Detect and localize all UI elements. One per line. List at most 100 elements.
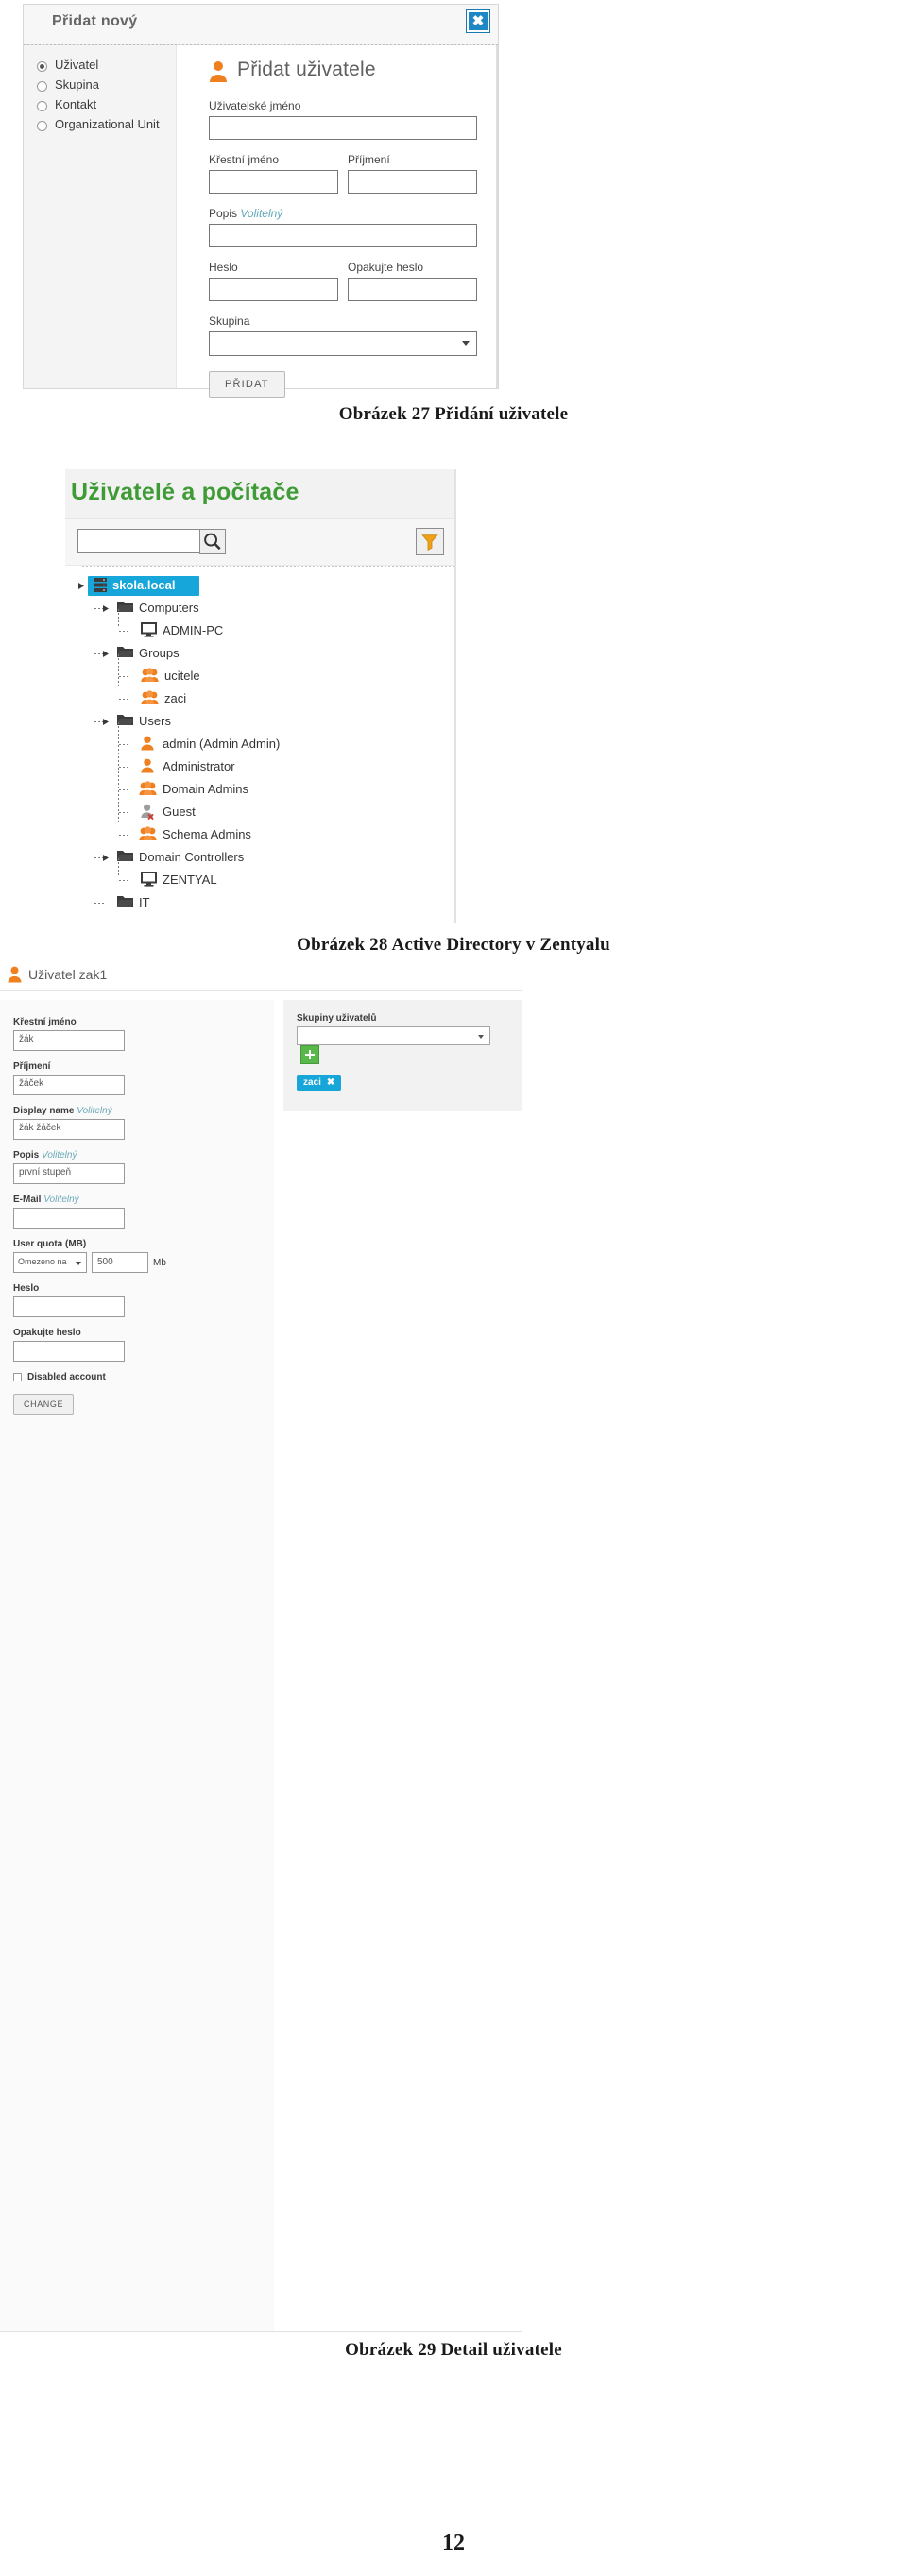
radio-icon bbox=[37, 81, 47, 92]
field-label: Display name Volitelný bbox=[13, 1106, 274, 1116]
quota-mode-select[interactable]: Omezeno na bbox=[13, 1252, 87, 1273]
field-label: Heslo bbox=[13, 1283, 40, 1294]
firstname-input[interactable]: žák bbox=[13, 1030, 125, 1051]
directory-tree: skola.local Computers ADMIN-PC Groups uc… bbox=[65, 566, 456, 913]
field-label-text: E-Mail bbox=[13, 1195, 42, 1205]
tree-elbow bbox=[119, 789, 129, 790]
user-icon bbox=[141, 758, 154, 773]
optional-marker: Volitelný bbox=[43, 1195, 79, 1205]
tree-item-domain-controllers[interactable]: Domain Controllers bbox=[65, 847, 456, 870]
field-label: Příjmení bbox=[348, 153, 390, 166]
page-title: Uživatelé a počítače bbox=[71, 479, 299, 505]
chevron-expander-icon[interactable] bbox=[102, 718, 111, 726]
quota-value-input[interactable]: 500 bbox=[92, 1252, 148, 1273]
close-icon[interactable]: ✖ bbox=[467, 10, 489, 32]
radio-option-skupina[interactable]: Skupina bbox=[37, 77, 176, 97]
group-icon bbox=[141, 690, 159, 704]
field-firstname: Křestní jméno bbox=[209, 153, 338, 194]
user-icon bbox=[8, 966, 22, 983]
groups-panel-title: Skupiny uživatelů bbox=[297, 1013, 377, 1024]
display-name-input[interactable]: žák žáček bbox=[13, 1119, 125, 1140]
field-surname: Příjmení bbox=[348, 153, 477, 194]
tree-item-admin-pc[interactable]: ADMIN-PC bbox=[65, 609, 456, 643]
password-input[interactable] bbox=[209, 278, 338, 301]
radio-option-organizational-unit[interactable]: Organizational Unit bbox=[37, 117, 176, 137]
tree-item-zaci[interactable]: zaci bbox=[65, 688, 456, 711]
filter-icon bbox=[421, 534, 438, 551]
field-password-repeat: Opakujte heslo bbox=[13, 1328, 274, 1362]
field-label: E-Mail Volitelný bbox=[13, 1195, 274, 1205]
field-firstname: Křestní jméno žák bbox=[13, 1017, 274, 1051]
user-disabled-icon bbox=[141, 804, 154, 820]
tree-item-guest[interactable]: Guest bbox=[65, 802, 456, 824]
close-icon[interactable]: ✖ bbox=[327, 1077, 334, 1088]
chevron-expander-icon[interactable] bbox=[102, 650, 111, 658]
tree-item-domain-admins[interactable]: Domain Admins bbox=[65, 779, 456, 802]
firstname-input[interactable] bbox=[209, 170, 338, 194]
tree-item-label: skola.local bbox=[112, 578, 176, 592]
chevron-expander-icon[interactable] bbox=[102, 854, 111, 862]
description-input[interactable] bbox=[209, 224, 477, 247]
tree-item-label: Computers bbox=[139, 601, 199, 615]
tree-elbow bbox=[119, 631, 129, 632]
tree-item-admin[interactable]: admin (Admin Admin) bbox=[65, 722, 456, 824]
field-description: Popis Volitelný bbox=[209, 207, 477, 247]
field-surname: Příjmení žáček bbox=[13, 1061, 274, 1095]
computer-icon bbox=[141, 622, 157, 637]
tree-item-computers[interactable]: Computers bbox=[65, 598, 456, 620]
filter-button[interactable] bbox=[416, 528, 444, 555]
chevron-expander-icon[interactable] bbox=[102, 604, 111, 613]
tree-elbow bbox=[119, 767, 129, 768]
password-repeat-input[interactable] bbox=[348, 278, 477, 301]
group-select[interactable] bbox=[297, 1026, 490, 1045]
tree-guide bbox=[118, 858, 119, 877]
search-button[interactable] bbox=[199, 529, 226, 554]
description-input[interactable]: první stupeň bbox=[13, 1163, 125, 1184]
figure-28-caption: Obrázek 28 Active Directory v Zentyalu bbox=[297, 935, 610, 955]
chevron-expander-icon[interactable] bbox=[77, 582, 86, 590]
tree-item-label: ucitele bbox=[164, 669, 200, 683]
tree-item-it[interactable]: IT bbox=[65, 892, 456, 915]
figure-29-caption: Obrázek 29 Detail uživatele bbox=[345, 2340, 562, 2360]
field-label: Skupina bbox=[209, 314, 250, 328]
change-button[interactable]: CHANGE bbox=[13, 1394, 75, 1415]
field-label-text: Popis bbox=[13, 1150, 40, 1161]
radio-label: Organizational Unit bbox=[55, 117, 160, 131]
username-input[interactable] bbox=[209, 116, 477, 140]
tree-item-label: zaci bbox=[164, 691, 187, 705]
tree-item-groups[interactable]: Groups bbox=[65, 643, 456, 666]
field-display-name: Display name Volitelný žák žáček bbox=[13, 1106, 274, 1140]
tree-item-users[interactable]: Users bbox=[65, 711, 456, 734]
tree-item-schema-admins[interactable]: Schema Admins bbox=[65, 824, 456, 847]
tree-elbow bbox=[119, 835, 129, 836]
surname-input[interactable]: žáček bbox=[13, 1075, 125, 1095]
group-select[interactable] bbox=[209, 331, 477, 356]
add-group-button[interactable] bbox=[300, 1045, 319, 1064]
field-user-quota: User quota (MB) Omezeno na 500 Mb bbox=[13, 1239, 274, 1273]
submit-button[interactable]: PŘIDAT bbox=[209, 371, 285, 398]
radio-option-kontakt[interactable]: Kontakt bbox=[37, 97, 176, 117]
tree-item-administrator[interactable]: Administrator bbox=[65, 756, 456, 779]
tree-elbow bbox=[119, 744, 129, 745]
field-row-password: Heslo Opakujte heslo bbox=[209, 261, 477, 301]
tree-item-skola-local[interactable]: skola.local bbox=[65, 575, 456, 598]
email-input[interactable] bbox=[13, 1208, 125, 1229]
search-input[interactable] bbox=[77, 529, 200, 553]
dotted-divider bbox=[82, 566, 456, 567]
disabled-account-row[interactable]: Disabled account bbox=[13, 1372, 274, 1382]
group-tag-zaci[interactable]: zaci ✖ bbox=[297, 1075, 342, 1091]
checkbox-icon[interactable] bbox=[13, 1373, 22, 1381]
server-icon bbox=[94, 578, 107, 592]
tree-item-zentyal[interactable]: ZENTYAL bbox=[65, 858, 456, 892]
tree-elbow bbox=[119, 812, 129, 813]
password-repeat-input[interactable] bbox=[13, 1341, 125, 1362]
radio-option-uzivatel[interactable]: Uživatel bbox=[37, 58, 176, 77]
folder-icon bbox=[117, 602, 133, 612]
tree-item-ucitele[interactable]: ucitele bbox=[65, 654, 456, 688]
radio-icon bbox=[37, 101, 47, 111]
password-input[interactable] bbox=[13, 1296, 125, 1317]
field-description: Popis Volitelný první stupeň bbox=[13, 1150, 274, 1184]
surname-input[interactable] bbox=[348, 170, 477, 194]
tree-guide bbox=[118, 654, 119, 688]
figure-user-detail: Uživatel zak1 Křestní jméno žák Příjmení… bbox=[0, 961, 522, 2332]
